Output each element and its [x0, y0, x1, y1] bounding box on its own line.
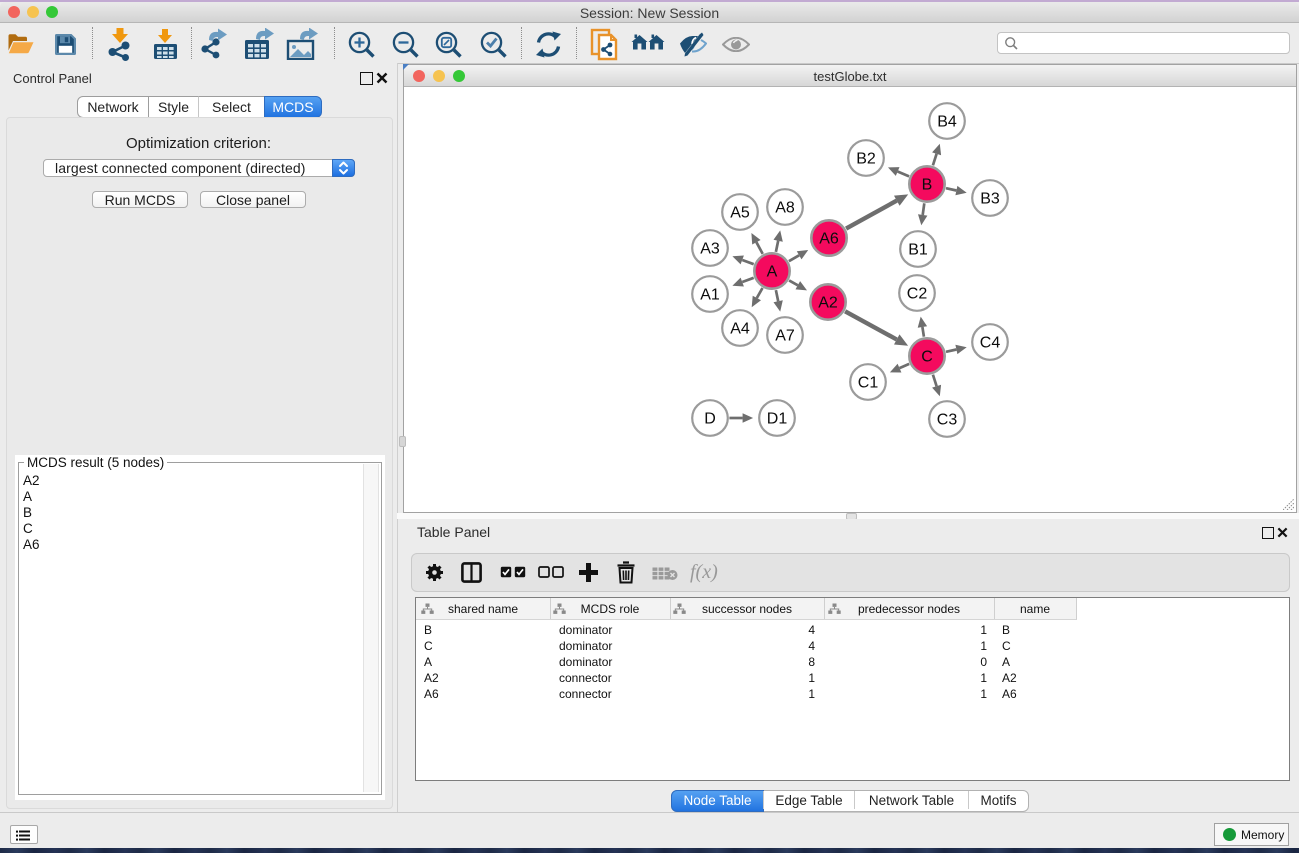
svg-text:D: D [704, 411, 716, 428]
svg-text:B3: B3 [980, 191, 1000, 208]
svg-text:C4: C4 [980, 335, 1001, 352]
svg-text:D1: D1 [767, 411, 788, 428]
svg-text:B4: B4 [937, 114, 957, 131]
svg-text:A5: A5 [730, 205, 750, 222]
svg-text:C: C [921, 349, 933, 366]
svg-text:B2: B2 [856, 151, 876, 168]
svg-text:A: A [767, 264, 778, 281]
svg-text:A6: A6 [819, 231, 839, 248]
svg-text:A7: A7 [775, 328, 795, 345]
svg-text:C3: C3 [937, 412, 958, 429]
svg-text:A2: A2 [818, 295, 838, 312]
svg-text:A3: A3 [700, 241, 720, 258]
svg-text:A8: A8 [775, 200, 795, 217]
svg-text:B1: B1 [908, 242, 928, 259]
svg-text:C1: C1 [858, 375, 879, 392]
svg-text:C2: C2 [907, 286, 928, 303]
svg-text:A4: A4 [730, 321, 750, 338]
svg-text:A1: A1 [700, 287, 720, 304]
svg-text:B: B [922, 177, 933, 194]
